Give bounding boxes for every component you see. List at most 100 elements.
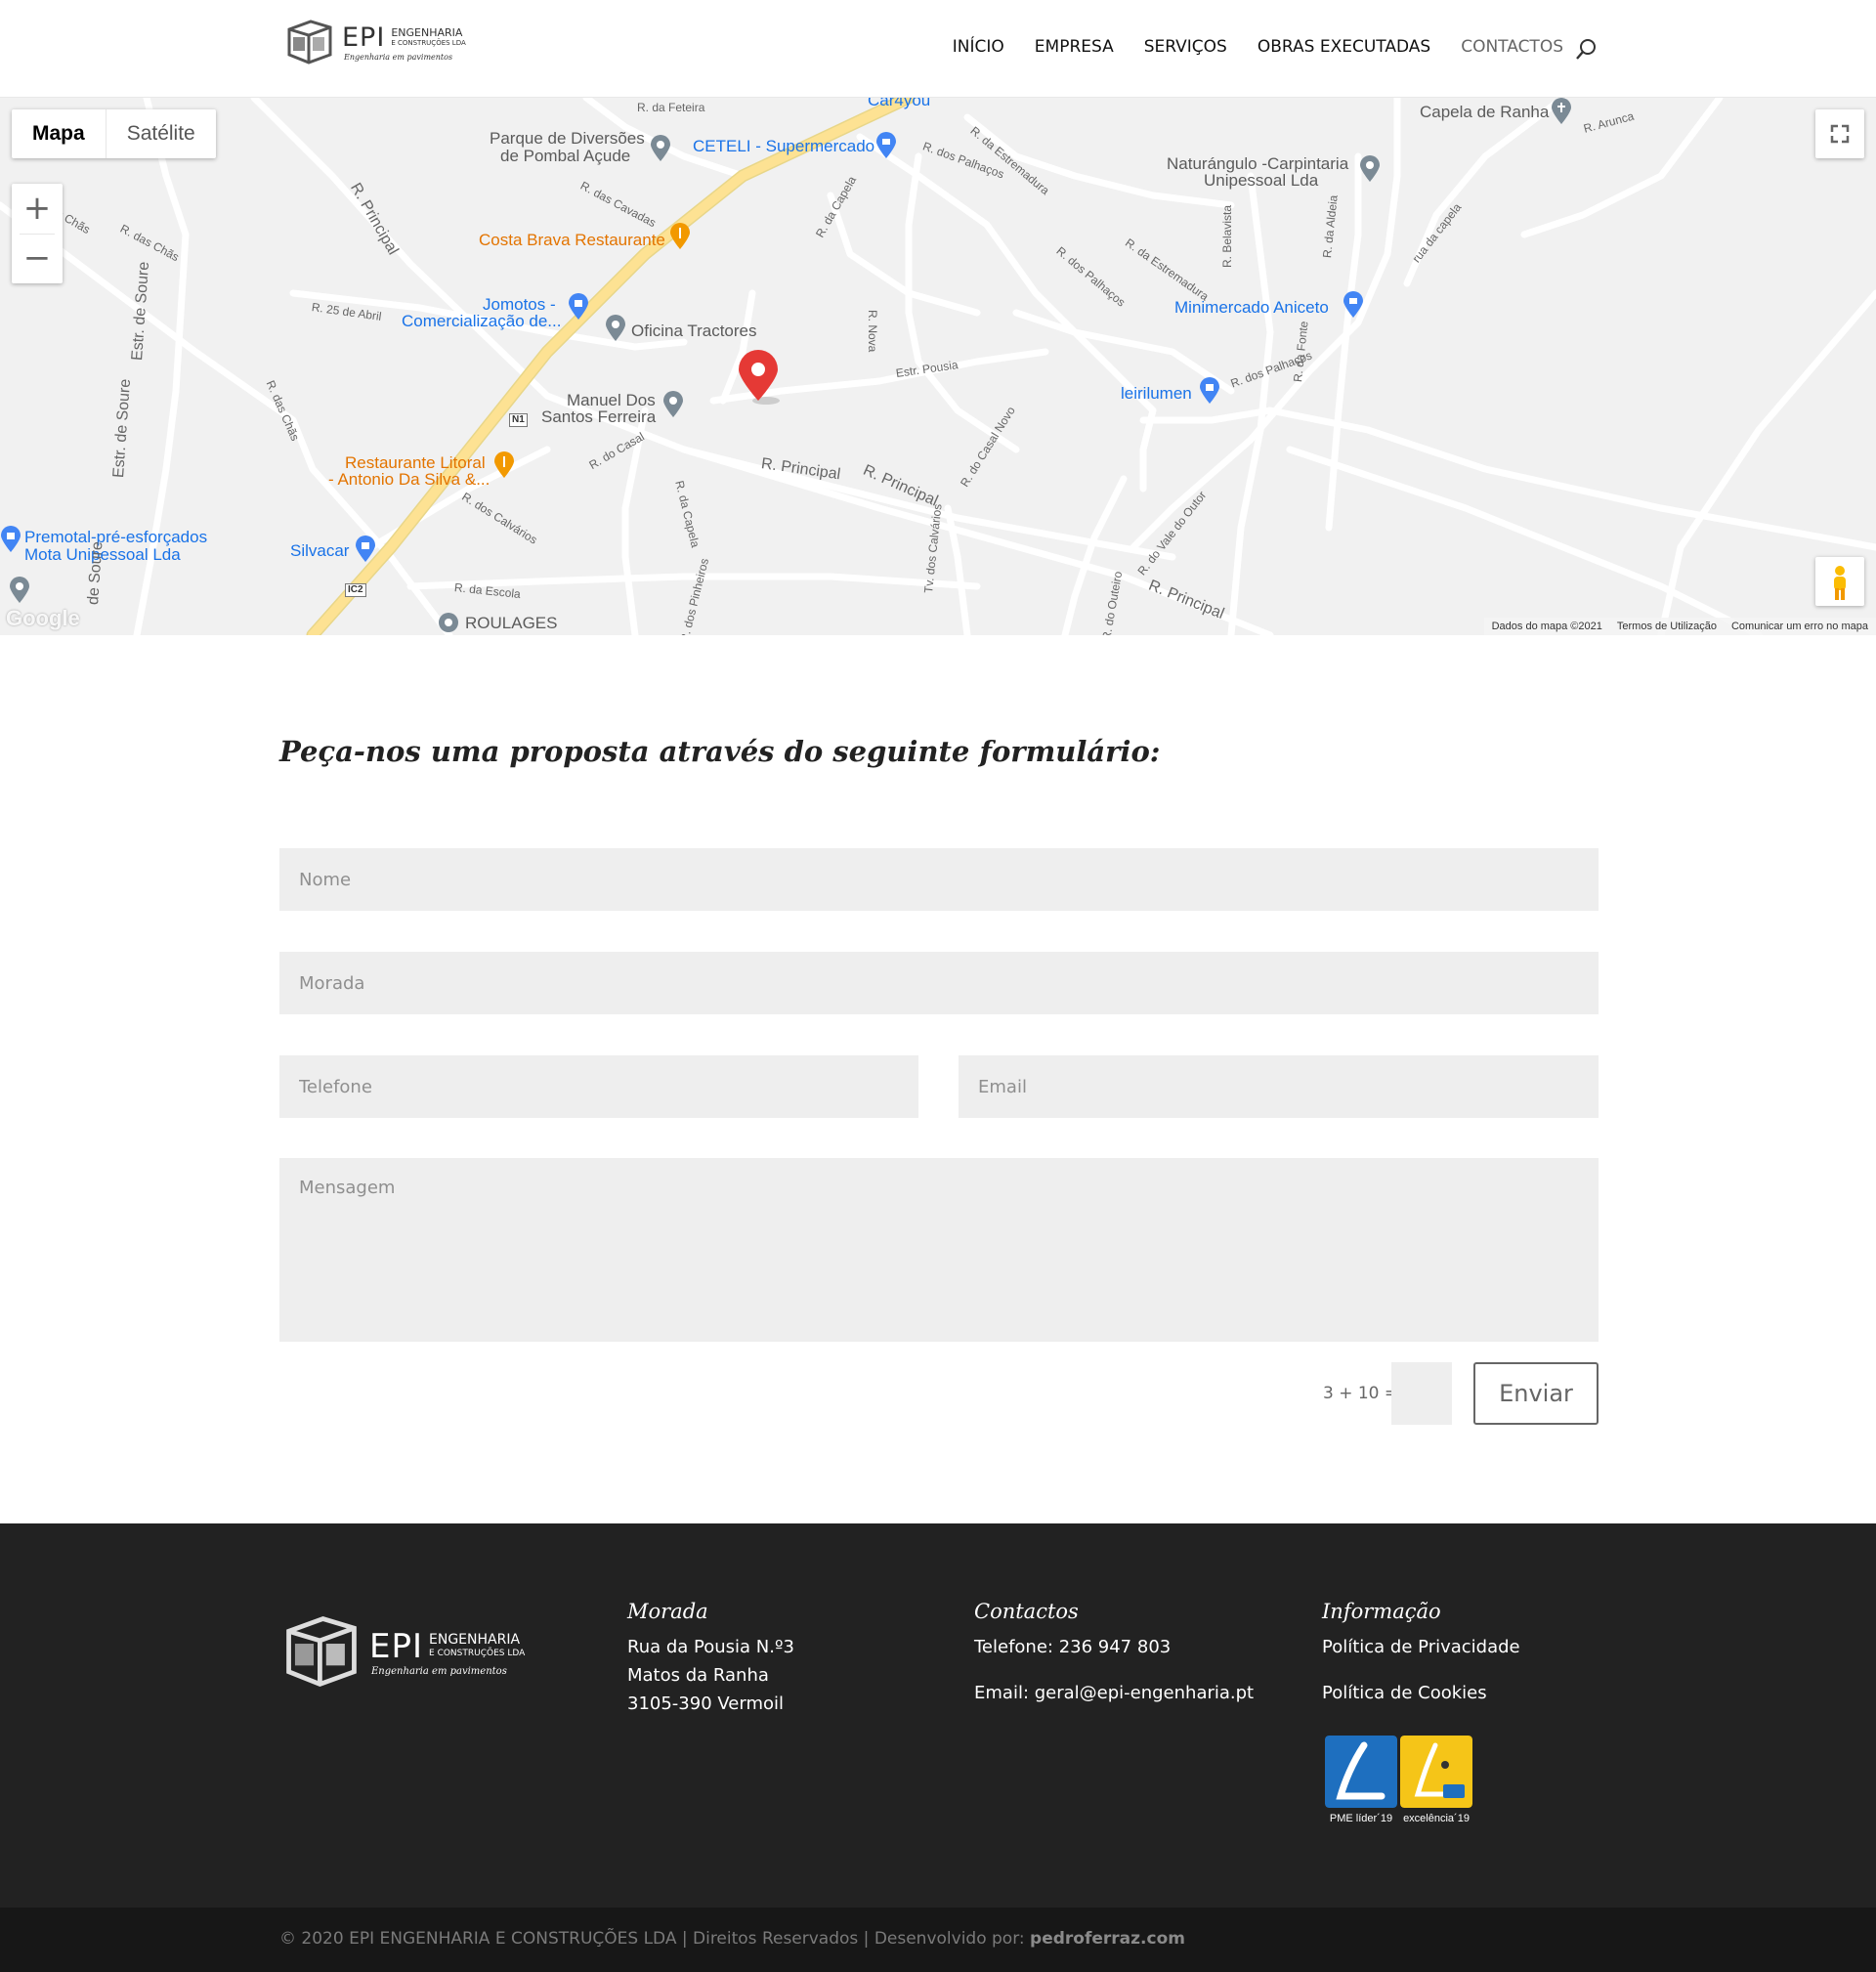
pme-lider-badge: PME líder´19	[1325, 1736, 1397, 1824]
footer-logo[interactable]: EPI ENGENHARIA E CONSTRUÇÕES LDA Engenha…	[279, 1611, 525, 1692]
restaurant-pin-icon	[494, 451, 514, 478]
map-data-label: Dados do mapa ©2021	[1491, 621, 1602, 632]
search-icon[interactable]	[1575, 38, 1597, 62]
footer-morada-heading: Morada	[627, 1600, 708, 1623]
poi-roulages[interactable]: ROULAGES	[465, 615, 557, 632]
street-label: R. Belavista	[1220, 204, 1234, 268]
logo-line2: E CONSTRUÇÕES LDA	[391, 38, 466, 47]
shopping-cart-pin-icon	[1343, 291, 1363, 318]
name-field[interactable]	[279, 848, 1599, 911]
poi-leirilumen[interactable]: leirilumen	[1121, 385, 1192, 403]
zoom-divider	[20, 234, 55, 235]
footer-phone[interactable]: Telefone: 236 947 803	[974, 1633, 1254, 1661]
message-field[interactable]	[279, 1158, 1599, 1342]
fullscreen-button[interactable]	[1815, 109, 1864, 158]
church-pin-icon	[1552, 98, 1571, 124]
site-logo[interactable]: EPI ENGENHARIA E CONSTRUÇÕES LDA Engenha…	[283, 18, 466, 66]
gray-pin-icon	[10, 577, 29, 603]
poi-parque-line1[interactable]: Parque de Diversões	[490, 130, 645, 148]
cookies-policy-link[interactable]: Política de Cookies	[1322, 1679, 1520, 1707]
poi-manuel-line2[interactable]: Santos Ferreira	[541, 408, 656, 426]
form-title: Peça-nos uma proposta através do seguint…	[279, 735, 1161, 768]
poi-premotal-line1[interactable]: Premotal-pré-esforçados	[24, 529, 207, 546]
zoom-in-button[interactable]: +	[12, 184, 63, 234]
google-map[interactable]: Car4you Capela de Ranha Parque de Divers…	[0, 98, 1876, 635]
footer-informacao-column: Informação Política de Privacidade Polít…	[1322, 1600, 1520, 1707]
map-terms-link[interactable]: Termos de Utilização	[1617, 621, 1717, 632]
poi-ceteli[interactable]: CETELI - Supermercado	[693, 138, 874, 155]
footer-email[interactable]: Email: geral@epi-engenharia.pt	[974, 1679, 1254, 1707]
poi-parque-line2[interactable]: de Pombal Açude	[500, 148, 630, 165]
poi-naturangulo-line2[interactable]: Unipessoal Lda	[1204, 172, 1318, 190]
address-field[interactable]	[279, 952, 1599, 1014]
nav-contactos[interactable]: CONTACTOS	[1461, 37, 1563, 57]
shopping-cart-pin-icon	[876, 132, 896, 158]
poi-minimercado[interactable]: Minimercado Aniceto	[1174, 299, 1329, 317]
pme-badges: PME líder´19 excelência´19	[1325, 1736, 1475, 1824]
street-label: R. da Feteira	[637, 101, 705, 114]
pme-lider-logo-icon	[1325, 1736, 1397, 1808]
address-line: Matos da Ranha	[627, 1665, 769, 1686]
gray-pin-icon	[663, 391, 683, 417]
logo-tagline: Engenharia em pavimentos	[344, 53, 453, 62]
pegman-icon	[1834, 566, 1846, 600]
pme-lider-caption: PME líder´19	[1329, 1813, 1393, 1824]
developer-link[interactable]: pedroferraz.com	[1030, 1929, 1185, 1949]
footer-contactos-heading: Contactos	[974, 1600, 1079, 1623]
map-report-error-link[interactable]: Comunicar um erro no mapa	[1731, 621, 1868, 632]
nav-obras-executadas[interactable]: OBRAS EXECUTADAS	[1258, 37, 1430, 57]
poi-capela-ranha[interactable]: Capela de Ranha	[1420, 104, 1549, 121]
copyright-label: © 2020 EPI ENGENHARIA E CONSTRUÇÕES LDA …	[279, 1929, 1025, 1949]
captcha-question: 3 + 10 =	[1323, 1384, 1399, 1403]
route-n1-badge: N1	[509, 413, 528, 427]
poi-jomotos-line2[interactable]: Comercialização de...	[402, 313, 561, 330]
shop-pin-icon	[1200, 377, 1219, 404]
pme-excelencia-badge: excelência´19	[1400, 1736, 1472, 1824]
gray-pin-icon	[651, 135, 670, 161]
cube-logo-icon	[286, 1616, 357, 1688]
address-line: 3105-390 Vermoil	[627, 1693, 785, 1714]
nav-inicio[interactable]: INÍCIO	[953, 37, 1004, 57]
map-type-map-button[interactable]: Mapa	[12, 109, 107, 158]
footer-informacao-heading: Informação	[1322, 1600, 1441, 1623]
footer-logo-line2: E CONSTRUÇÕES LDA	[429, 1648, 526, 1658]
privacy-policy-link[interactable]: Política de Privacidade	[1322, 1633, 1520, 1661]
site-header: EPI ENGENHARIA E CONSTRUÇÕES LDA Engenha…	[0, 0, 1876, 98]
main-nav: INÍCIO EMPRESA SERVIÇOS OBRAS EXECUTADAS…	[922, 37, 1563, 57]
shop-pin-icon	[1, 526, 21, 552]
site-footer: EPI ENGENHARIA E CONSTRUÇÕES LDA Engenha…	[0, 1523, 1876, 1908]
gray-pin-icon	[606, 315, 625, 341]
map-type-satellite-button[interactable]: Satélite	[107, 109, 216, 158]
route-ic2-badge: IC2	[345, 583, 366, 597]
email-field[interactable]	[959, 1055, 1599, 1118]
footer-morada-column: Morada Rua da Pousia N.º3 Matos da Ranha…	[627, 1600, 794, 1718]
address-line: Rua da Pousia N.º3	[627, 1637, 794, 1657]
street-label: R. Nova	[866, 310, 879, 353]
logo-name: EPI	[342, 22, 386, 53]
send-button[interactable]: Enviar	[1473, 1362, 1599, 1425]
gray-pin-icon	[439, 613, 458, 632]
google-logo: Google	[6, 606, 80, 630]
map-attribution: Dados do mapa ©2021 Termos de Utilização…	[1483, 618, 1876, 635]
pme-excelencia-caption: excelência´19	[1403, 1813, 1470, 1824]
poi-silvacar[interactable]: Silvacar	[290, 542, 349, 560]
poi-costa-brava[interactable]: Costa Brava Restaurante	[479, 232, 665, 249]
captcha-input[interactable]	[1391, 1362, 1452, 1425]
poi-oficina[interactable]: Oficina Tractores	[631, 322, 757, 340]
copyright-text: © 2020 EPI ENGENHARIA E CONSTRUÇÕES LDA …	[279, 1929, 1185, 1949]
zoom-out-button[interactable]: −	[12, 234, 63, 283]
restaurant-pin-icon	[670, 223, 690, 249]
cube-logo-icon	[287, 20, 332, 64]
location-marker-icon[interactable]	[737, 350, 786, 405]
poi-car4you[interactable]: Car4you	[868, 98, 930, 109]
nav-empresa[interactable]: EMPRESA	[1035, 37, 1114, 57]
shop-pin-icon	[569, 293, 588, 320]
footer-logo-tagline: Engenharia em pavimentos	[371, 1665, 507, 1677]
street-view-button[interactable]	[1815, 557, 1864, 606]
poi-litoral-line2[interactable]: - Antonio Da Silva &...	[328, 471, 490, 489]
phone-field[interactable]	[279, 1055, 918, 1118]
footer-logo-line1: ENGENHARIA	[429, 1631, 521, 1648]
pme-excelencia-logo-icon	[1400, 1736, 1472, 1808]
footer-contactos-column: Contactos Telefone: 236 947 803 Email: g…	[974, 1600, 1254, 1707]
nav-servicos[interactable]: SERVIÇOS	[1144, 37, 1227, 57]
